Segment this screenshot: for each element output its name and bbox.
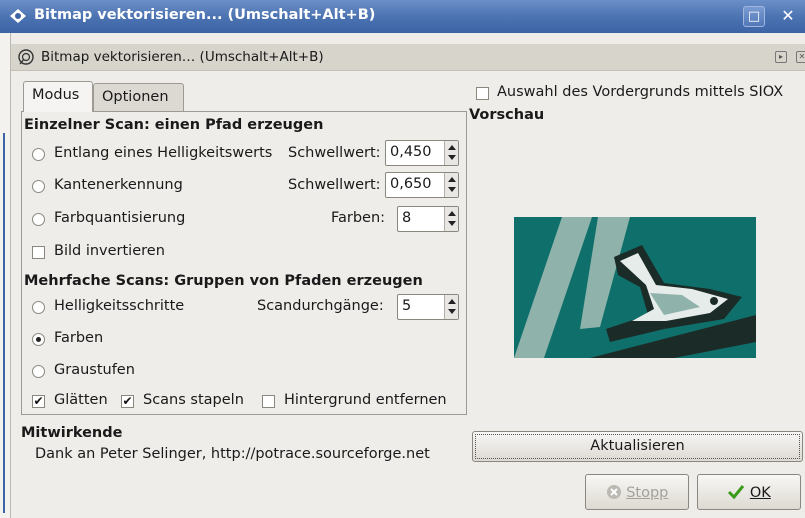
- credits-text: Dank an Peter Selinger, http://potrace.s…: [35, 446, 430, 462]
- dock-title: Bitmap vektorisieren… (Umschalt+Alt+B): [41, 49, 324, 65]
- remove-background-label: Hintergrund entfernen: [284, 392, 447, 408]
- colors-spinner[interactable]: 8: [397, 206, 459, 232]
- app-icon: [10, 9, 26, 23]
- ok-button[interactable]: OK: [697, 474, 801, 510]
- siox-checkbox[interactable]: [476, 87, 489, 100]
- edge-threshold-label: Schwellwert:: [288, 177, 381, 193]
- radio-color-quantization[interactable]: [32, 213, 45, 226]
- spin-down-icon[interactable]: [448, 155, 456, 160]
- radio-brightness-steps[interactable]: [32, 301, 45, 314]
- multi-scan-heading: Mehrfache Scans: Gruppen von Pfaden erze…: [24, 273, 423, 289]
- scans-spinner[interactable]: 5: [397, 294, 459, 320]
- radio-grays-label: Graustufen: [54, 362, 135, 378]
- radio-colors[interactable]: [32, 333, 45, 346]
- spinner-arrows[interactable]: [444, 295, 458, 319]
- brightness-threshold-spinner[interactable]: 0,450: [385, 140, 459, 166]
- spinner-arrows[interactable]: [444, 173, 458, 197]
- brightness-threshold-value: 0,450: [390, 144, 432, 160]
- stack-scans-checkbox[interactable]: ✔: [121, 395, 134, 408]
- refresh-button[interactable]: Aktualisieren: [472, 431, 803, 462]
- siox-label: Auswahl des Vordergrunds mittels SIOX: [497, 84, 784, 100]
- scans-value: 5: [402, 298, 412, 314]
- ok-button-label: OK: [749, 485, 771, 501]
- spin-up-icon[interactable]: [448, 145, 456, 150]
- brightness-threshold-label: Schwellwert:: [288, 145, 381, 161]
- radio-edge-detection[interactable]: [32, 180, 45, 193]
- stop-button[interactable]: Stopp: [585, 474, 689, 510]
- colors-label: Farben:: [331, 210, 386, 226]
- tab-optionen[interactable]: Optionen: [93, 83, 184, 111]
- spinner-arrows[interactable]: [444, 141, 458, 165]
- preview-image: [514, 217, 756, 358]
- edge-threshold-value: 0,650: [390, 176, 432, 192]
- remove-background-checkbox[interactable]: [262, 395, 275, 408]
- invert-image-checkbox[interactable]: [32, 246, 45, 259]
- close-window-button[interactable]: ✕: [773, 6, 803, 27]
- window-left-edge: [0, 33, 11, 518]
- colors-value: 8: [402, 210, 412, 226]
- window-left-edge-accent: [3, 133, 5, 513]
- invert-image-label: Bild invertieren: [54, 243, 165, 259]
- dock-close-icon[interactable]: ✕: [796, 51, 805, 63]
- tab-modus[interactable]: Modus: [23, 81, 93, 112]
- radio-brightness-cutoff[interactable]: [32, 148, 45, 161]
- smooth-checkbox[interactable]: ✔: [32, 395, 45, 408]
- edge-threshold-spinner[interactable]: 0,650: [385, 172, 459, 198]
- credits-heading: Mitwirkende: [21, 425, 123, 441]
- spin-up-icon[interactable]: [448, 177, 456, 182]
- spinner-arrows[interactable]: [444, 207, 458, 231]
- stack-scans-label: Scans stapeln: [143, 392, 244, 408]
- radio-edge-label: Kantenerkennung: [54, 177, 183, 193]
- radio-color-quant-label: Farbquantisierung: [54, 210, 186, 226]
- maximize-button[interactable]: □: [743, 6, 765, 27]
- refresh-button-label: Aktualisieren: [590, 438, 685, 454]
- window-title-bar[interactable]: Bitmap vektorisieren... (Umschalt+Alt+B)…: [0, 0, 805, 33]
- single-scan-heading: Einzelner Scan: einen Pfad erzeugen: [24, 117, 324, 133]
- radio-brightness-steps-label: Helligkeitsschritte: [54, 298, 185, 314]
- dock-menu-icon[interactable]: ▸: [775, 51, 787, 63]
- traced-shuttle-image: [514, 217, 756, 358]
- spin-up-icon[interactable]: [448, 299, 456, 304]
- window-title: Bitmap vektorisieren... (Umschalt+Alt+B): [34, 7, 376, 23]
- radio-colors-label: Farben: [54, 330, 104, 346]
- preview-heading: Vorschau: [469, 107, 545, 123]
- smooth-label: Glätten: [54, 392, 108, 408]
- ok-check-icon: [728, 485, 745, 500]
- trace-bitmap-icon: [18, 49, 34, 65]
- spin-down-icon[interactable]: [448, 309, 456, 314]
- stop-icon: [606, 485, 621, 499]
- spin-down-icon[interactable]: [448, 187, 456, 192]
- radio-brightness-label: Entlang eines Helligkeitswerts: [54, 145, 273, 161]
- radio-grays[interactable]: [32, 365, 45, 378]
- spin-down-icon[interactable]: [448, 221, 456, 226]
- spin-up-icon[interactable]: [448, 211, 456, 216]
- dock-header[interactable]: Bitmap vektorisieren… (Umschalt+Alt+B) ▸…: [11, 44, 805, 71]
- scans-label: Scandurchgänge:: [257, 298, 384, 314]
- stop-button-label: Stopp: [626, 485, 669, 501]
